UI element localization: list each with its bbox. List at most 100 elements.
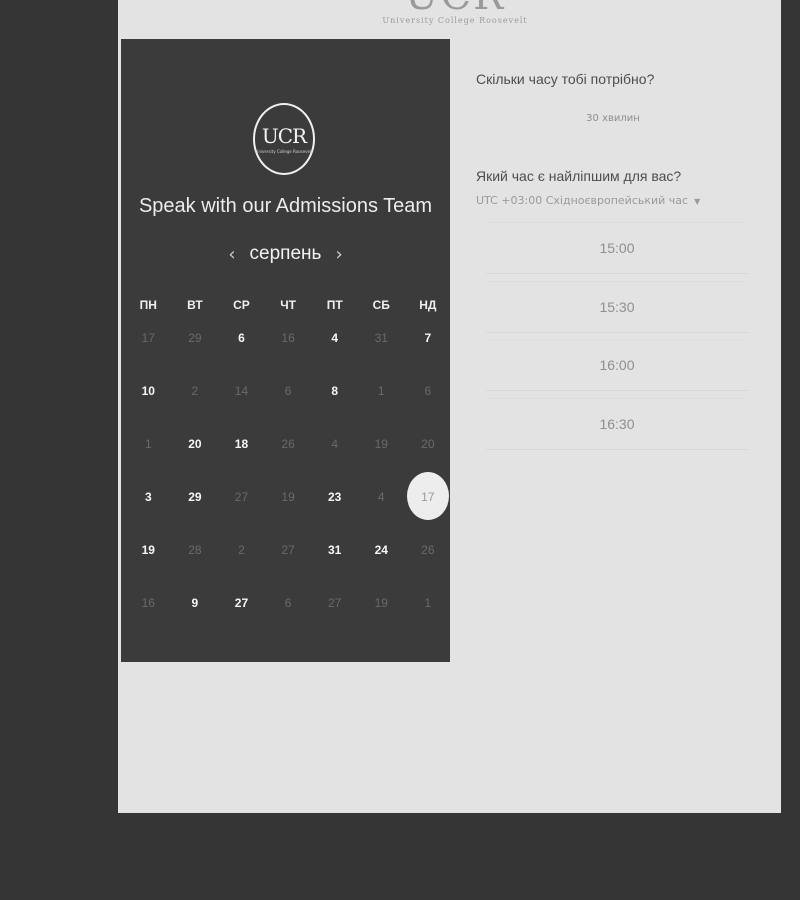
calendar-day: 4	[311, 417, 358, 470]
weekday-label: ВТ	[187, 298, 203, 312]
calendar-day-number: 17	[141, 330, 155, 345]
time-slot-button[interactable]: 16:30	[486, 398, 748, 451]
calendar-day: 27	[265, 523, 312, 576]
calendar-day: 27	[218, 470, 265, 523]
header-logo-subtitle: University College Roosevelt	[382, 16, 528, 25]
calendar-day[interactable]: 9	[172, 576, 219, 629]
time-slot-button[interactable]: 15:30	[486, 280, 748, 333]
calendar-day: 4	[358, 470, 405, 523]
weekday-header: ПН ВТ СР ЧТ ПТ СБ НД	[125, 298, 451, 312]
calendar-day-number: 18	[234, 436, 249, 451]
calendar-day[interactable]: 27	[218, 576, 265, 629]
calendar-day-number: 19	[374, 595, 388, 610]
calendar-day-number: 16	[281, 330, 295, 345]
timezone-label: UTC +03:00 Східноєвропейський час	[476, 194, 689, 207]
calendar-day[interactable]: 23	[311, 470, 358, 523]
ucr-logo-text: UCR	[261, 124, 307, 148]
time-slot-button[interactable]: 16:00	[486, 339, 748, 392]
calendar-day[interactable]: 10	[125, 364, 172, 417]
timezone-selector[interactable]: UTC +03:00 Східноєвропейський час ▼	[476, 194, 700, 207]
calendar-title: Speak with our Admissions Team	[138, 195, 433, 217]
calendar-day-number: 2	[191, 383, 199, 398]
weekday-label: СР	[233, 298, 250, 312]
calendar-day-number: 31	[327, 542, 342, 557]
calendar-day-selected[interactable]: 17	[405, 470, 452, 523]
weekday-label: ПН	[139, 298, 157, 312]
calendar-day: 1	[405, 576, 452, 629]
calendar-day: 26	[265, 417, 312, 470]
calendar-day: 19	[265, 470, 312, 523]
header-logo-text: UCR	[380, 0, 530, 16]
calendar-day[interactable]: 31	[311, 523, 358, 576]
calendar-day-number: 7	[424, 330, 432, 345]
calendar-day[interactable]: 4	[311, 311, 358, 364]
calendar-day-number: 17	[421, 489, 435, 504]
calendar-day-number: 19	[141, 542, 155, 557]
calendar-day-number: 6	[284, 383, 292, 398]
weekday-label: ПТ	[326, 298, 343, 312]
calendar-day-number: 4	[331, 330, 339, 345]
calendar-day-number: 2	[238, 542, 245, 557]
calendar-day: 27	[311, 576, 358, 629]
calendar-day: 2	[218, 523, 265, 576]
calendar-day[interactable]: 24	[358, 523, 405, 576]
calendar-day-number: 26	[421, 542, 435, 557]
calendar-day: 19	[358, 417, 405, 470]
calendar-day: 26	[405, 523, 452, 576]
calendar-day[interactable]: 7	[405, 311, 452, 364]
calendar-day-number: 6	[284, 595, 292, 610]
calendar-day: 6	[265, 364, 312, 417]
calendar-panel: UCR University College Roosevelt Speak w…	[121, 39, 450, 662]
chevron-left-icon[interactable]: ‹	[228, 244, 235, 265]
calendar-day-number: 31	[374, 330, 388, 345]
calendar-day: 6	[405, 364, 452, 417]
calendar-day: 6	[265, 576, 312, 629]
calendar-day[interactable]: 29	[172, 470, 219, 523]
calendar-day-number: 27	[281, 542, 295, 557]
calendar-day-number: 29	[188, 330, 202, 345]
calendar-day-number: 10	[141, 383, 155, 398]
calendar-day-number: 8	[331, 383, 339, 398]
calendar-day-number: 9	[191, 595, 199, 610]
duration-option[interactable]: 30 хвилин	[476, 113, 750, 124]
calendar-day-number: 28	[188, 542, 202, 557]
calendar-day-number: 4	[377, 489, 385, 504]
calendar-day-number: 1	[424, 595, 432, 610]
time-question: Який час є найліпшим для вас?	[476, 168, 682, 184]
calendar-day-number: 6	[424, 383, 432, 398]
calendar-day: 31	[358, 311, 405, 364]
calendar-day: 28	[172, 523, 219, 576]
calendar-day: 14	[218, 364, 265, 417]
calendar-day-number: 6	[238, 330, 245, 345]
chevron-right-icon[interactable]: ›	[335, 244, 342, 265]
calendar-day: 16	[265, 311, 312, 364]
month-label: серпень	[249, 243, 322, 264]
calendar-day: 2	[172, 364, 219, 417]
booking-page: UCR University College Roosevelt UCR Uni…	[118, 0, 781, 813]
header-logo: UCR University College Roosevelt	[380, 0, 530, 25]
month-navigation: ‹ серпень ›	[121, 240, 450, 268]
calendar-day: 1	[125, 417, 172, 470]
calendar-day-number: 27	[327, 595, 342, 610]
calendar-day-number: 3	[144, 489, 152, 504]
calendar-day-number: 4	[331, 436, 339, 451]
time-slot-list: 15:00 15:30 16:00 16:30	[486, 222, 748, 457]
calendar-day-number: 26	[281, 436, 295, 451]
calendar-day-number: 1	[144, 436, 152, 451]
calendar-day: 1	[358, 364, 405, 417]
weekday-label: ЧТ	[280, 298, 296, 312]
calendar-day[interactable]: 3	[125, 470, 172, 523]
time-slot-button[interactable]: 15:00	[486, 222, 748, 274]
calendar-day-number: 29	[188, 489, 202, 504]
calendar-day[interactable]: 8	[311, 364, 358, 417]
calendar-day: 16	[125, 576, 172, 629]
calendar-day-number: 24	[374, 542, 388, 557]
calendar-day[interactable]: 6	[218, 311, 265, 364]
calendar-day[interactable]: 20	[172, 417, 219, 470]
ucr-logo: UCR University College Roosevelt	[253, 103, 315, 175]
calendar-day[interactable]: 18	[218, 417, 265, 470]
calendar-grid: 17 29 6 16 4 31 7 10 2 14 6 8 1 6 1 20 18 26 4 19 20 3 29 27 19 2…	[125, 311, 451, 629]
calendar-day[interactable]: 19	[125, 523, 172, 576]
calendar-day: 20	[405, 417, 452, 470]
calendar-day-number: 14	[234, 383, 249, 398]
